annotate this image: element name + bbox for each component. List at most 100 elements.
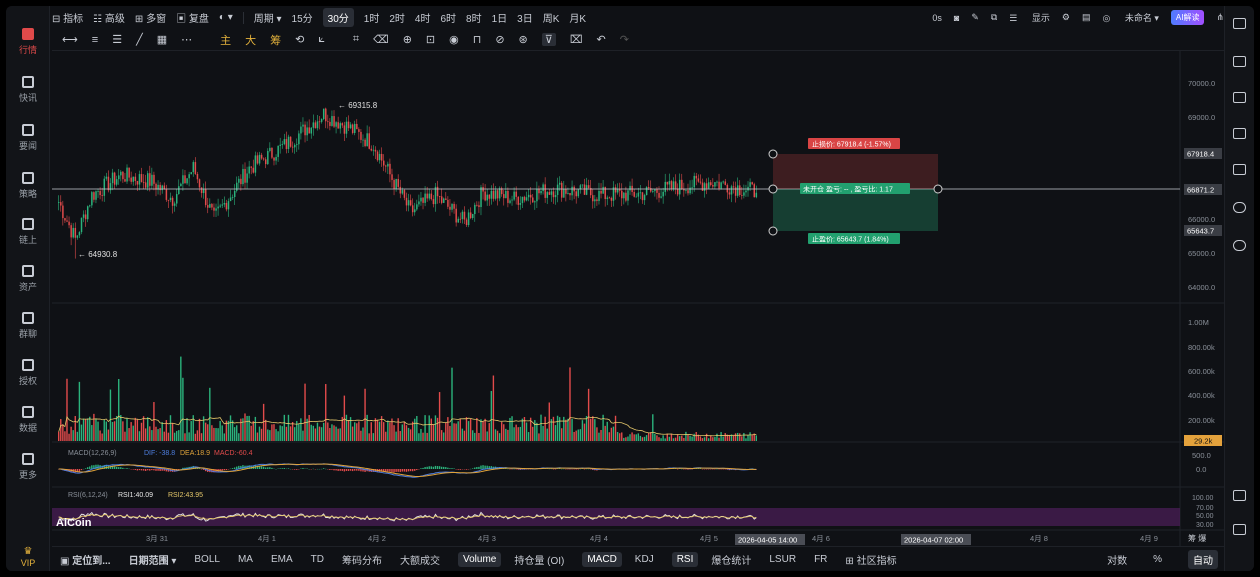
robot-icon[interactable] [1233,202,1246,213]
ruler-icon[interactable]: ⊡ [426,33,435,46]
candle-body [368,133,370,149]
community-indicators[interactable]: ⊞ 社区指标 [845,552,914,567]
more-tools-icon[interactable]: ⋯ [181,33,192,46]
sidebar-item-market[interactable]: 行情 [6,22,50,60]
sidebar-item-more[interactable]: 更多 [6,447,50,485]
chart-area[interactable]: 止损价: 67918.4 (-1.57%) 未开仓 盈亏: -- , 盈亏比: … [52,51,1224,546]
sidebar-item-headlines[interactable]: 要闻 [6,118,50,156]
sidebar-item-chat[interactable]: 群聊 [6,306,50,344]
pen-icon[interactable]: ✎ [971,12,979,23]
auto-scale-toggle[interactable]: 自动 [1188,550,1218,569]
sidebar-item-authorize[interactable]: 授权 [6,353,50,391]
fib-tool-icon[interactable]: ☰ [112,33,122,46]
zoom-icon[interactable]: ⊕ [403,33,412,46]
interval-6h[interactable]: 6时 [440,10,456,25]
advanced-button[interactable]: ☷ 高级 [93,10,125,25]
layout-name-dropdown[interactable]: ◎ 未命名 ▾ [1102,11,1158,24]
target-icon[interactable] [1233,240,1246,251]
interval-30m[interactable]: 30分 [322,8,354,27]
interval-1h[interactable]: 1时 [364,10,380,25]
position-handle[interactable] [933,184,943,194]
copy-icon[interactable]: ⧉ [991,12,997,23]
chip-toggle[interactable]: 筹 [270,32,281,48]
hide-icon[interactable]: ⊘ [495,33,504,46]
hlines-tool-icon[interactable]: ≡ [92,34,98,46]
locate-button[interactable]: ▣ 定位到... [60,552,111,567]
log-scale-toggle[interactable]: 对数 [1107,552,1127,567]
position-handle[interactable] [768,149,778,159]
layers-icon[interactable] [1233,164,1246,175]
date-range-button[interactable]: 日期范围 ▾ [129,552,177,567]
indicator-button[interactable]: ⊟ 指标 [52,10,83,25]
indicator-td[interactable]: TD [311,554,324,565]
indicator-chip-distribution[interactable]: 筹码分布 [342,552,382,567]
indicator-macd[interactable]: MACD [582,551,622,567]
sidebar-item-onchain[interactable]: 链上 [6,212,50,250]
magnet-icon[interactable]: ⟲ [295,33,304,46]
indicator-rsi[interactable]: RSI [671,551,699,567]
interval-week[interactable]: 周K [543,10,560,25]
share-icon[interactable]: ⋔ [1216,12,1224,23]
theme-toggle[interactable]: ◐ ▾ [219,12,233,23]
save-icon[interactable]: ▤ [1082,12,1091,23]
percent-scale-toggle[interactable]: % [1153,554,1162,565]
interval-1d[interactable]: 1日 [492,10,508,25]
display-button[interactable]: ☰ 显示 [1009,11,1050,24]
main-chart-toggle[interactable]: 主 [220,32,231,48]
indicator-ema[interactable]: EMA [271,554,293,565]
take-profit-zone[interactable] [773,189,938,231]
position-handle[interactable] [768,226,778,236]
link-icon[interactable]: ⊛ [519,33,528,46]
crop-icon[interactable]: ⌗ [353,33,359,46]
interval-15m[interactable]: 15分 [292,10,313,25]
undo-icon[interactable]: ↶ [597,33,606,46]
position-handle[interactable] [768,184,778,194]
interval-8h[interactable]: 8时 [466,10,482,25]
indicator-volume[interactable]: Volume [457,551,502,567]
lock-icon[interactable]: ⊓ [473,33,482,46]
camera-icon[interactable]: ◙ [954,13,959,23]
indicator-big-trades[interactable]: 大额成交 [400,552,440,567]
copy-icon[interactable] [1233,128,1246,139]
indicator-boll[interactable]: BOLL [194,554,220,565]
settings-icon[interactable]: ⚙ [1062,12,1070,23]
line-tool-icon[interactable]: ⟷ [62,33,78,46]
indicator-ma[interactable]: MA [238,554,253,565]
list-icon[interactable] [1233,56,1246,67]
interval-2h[interactable]: 2时 [389,10,405,25]
redo-icon[interactable]: ↷ [620,33,629,46]
trash-icon[interactable]: ⌧ [570,33,583,46]
macd-bar [91,465,93,469]
panel-icon[interactable] [1233,18,1246,29]
big-trade-toggle[interactable]: 大 [245,32,256,48]
indicator-lsur[interactable]: LSUR [769,554,796,565]
interval-3d[interactable]: 3日 [517,10,533,25]
filter-icon[interactable]: ⊽ [541,33,556,46]
indicator-fr[interactable]: FR [814,554,827,565]
eraser-icon[interactable]: ⌫ [373,33,389,46]
chip-toggles[interactable]: 筹 爆 [1188,533,1206,543]
sidebar-item-data[interactable]: 数据 [6,400,50,438]
eye-icon[interactable]: ◉ [449,33,459,46]
period-dropdown[interactable]: 周期 ▾ [254,10,282,25]
vip-badge[interactable]: ♛ VIP [6,546,50,568]
collapse-icon[interactable] [1233,490,1246,501]
indicator-liquidation[interactable]: 爆仓统计 [711,552,751,567]
trendline-tool-icon[interactable]: ╱ [136,33,143,46]
candlestick-chart[interactable]: 止损价: 67918.4 (-1.57%) 未开仓 盈亏: -- , 盈亏比: … [52,51,1224,546]
replay-button[interactable]: ▣ 复盘 [176,10,209,25]
chat-icon[interactable] [1233,524,1246,535]
book-icon[interactable] [1233,92,1246,103]
sidebar-item-flash[interactable]: 快讯 [6,70,50,108]
indicator-oi[interactable]: 持仓量 (OI) [514,552,564,567]
indicator-kdj[interactable]: KDJ [635,554,654,565]
measure-icon[interactable]: ⟀ [318,33,325,46]
brush-tool-icon[interactable]: ▦ [157,33,167,46]
sidebar-item-strategy[interactable]: 策略 [6,166,50,204]
multiwindow-button[interactable]: ⊞ 多窗 [135,10,166,25]
interval-4h[interactable]: 4时 [415,10,431,25]
sidebar-item-assets[interactable]: 资产 [6,259,50,297]
candle-body [130,177,132,182]
ai-interpret-button[interactable]: AI解读 [1170,10,1205,25]
interval-month[interactable]: 月K [569,10,586,25]
